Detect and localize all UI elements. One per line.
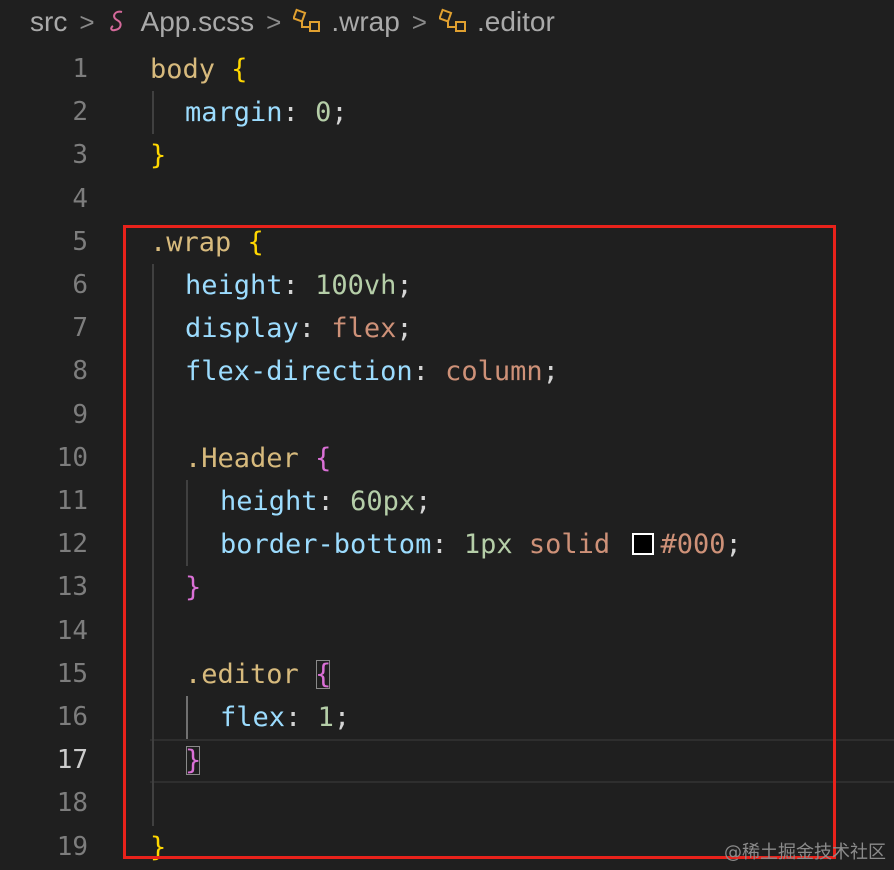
- breadcrumb: src > App.scss > .wrap > .editor: [30, 0, 555, 44]
- line-number: 18: [56, 788, 88, 818]
- code-line[interactable]: margin: 0;: [185, 91, 348, 134]
- sass-file-icon: [107, 9, 133, 35]
- breadcrumb-separator: >: [79, 6, 95, 37]
- line-number: 11: [56, 486, 88, 516]
- line-number: 7: [72, 313, 88, 343]
- line-number: 10: [56, 443, 88, 473]
- breadcrumb-folder[interactable]: src: [30, 6, 67, 38]
- close-brace: }: [150, 140, 167, 171]
- annotation-highlight-box: [123, 225, 836, 859]
- line-number-active: 17: [56, 745, 88, 775]
- breadcrumb-separator: >: [266, 6, 282, 37]
- open-brace: {: [231, 54, 248, 85]
- line-number: 13: [56, 572, 88, 602]
- breadcrumb-symbol-wrap[interactable]: .wrap: [331, 6, 399, 38]
- symbol-class-icon: [438, 8, 469, 36]
- symbol-class-icon: [293, 8, 323, 36]
- line-number: 12: [56, 529, 88, 559]
- line-number: 1: [72, 54, 88, 84]
- css-selector: body: [150, 54, 216, 85]
- line-number: 19: [56, 832, 88, 862]
- line-number: 4: [72, 184, 88, 214]
- line-number: 8: [72, 356, 88, 386]
- css-property: margin: [185, 97, 283, 128]
- line-number: 3: [72, 140, 88, 170]
- line-number: 16: [56, 702, 88, 732]
- line-number: 2: [72, 97, 88, 127]
- breadcrumb-separator: >: [411, 6, 427, 37]
- watermark: @稀土掘金技术社区: [724, 842, 886, 863]
- line-number: 6: [72, 270, 88, 300]
- line-number: 14: [56, 616, 88, 646]
- code-line[interactable]: }: [150, 134, 166, 177]
- indent-guide: [152, 91, 154, 134]
- line-number: 9: [72, 400, 88, 430]
- css-value: 0: [315, 97, 332, 128]
- breadcrumb-symbol-editor[interactable]: .editor: [477, 6, 555, 38]
- line-number: 15: [56, 659, 88, 689]
- line-number: 5: [72, 227, 88, 257]
- code-line[interactable]: body {: [150, 48, 248, 91]
- breadcrumb-file[interactable]: App.scss: [141, 6, 255, 38]
